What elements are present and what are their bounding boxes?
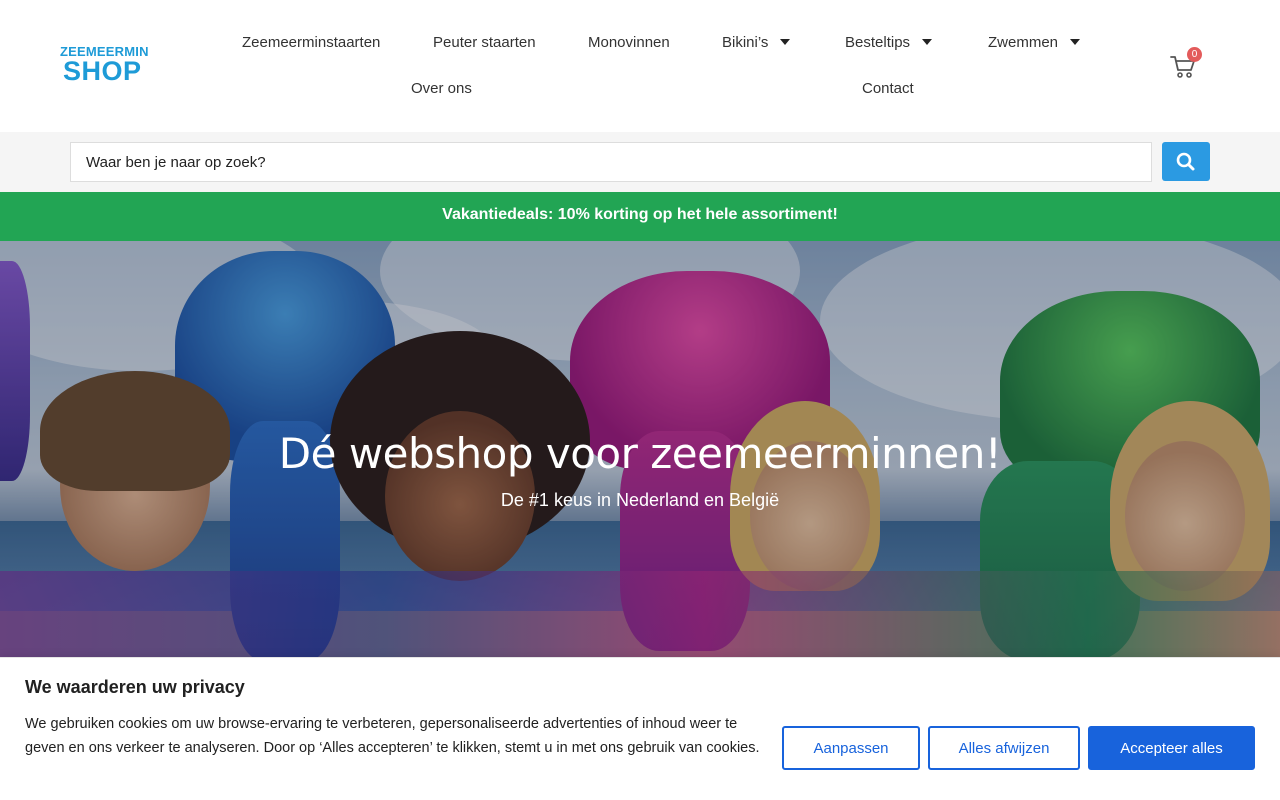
logo-text-bottom: SHOP <box>63 56 142 86</box>
search-bar <box>0 132 1280 192</box>
nav-item-label: Zeemeerminstaarten <box>242 34 381 51</box>
nav-item-over-ons[interactable]: Over ons <box>411 80 472 97</box>
cart-button[interactable]: 0 <box>1170 47 1204 83</box>
nav-item-zwemmen[interactable]: Zwemmen <box>988 34 1081 51</box>
nav-item-peuter-staarten[interactable]: Peuter staarten <box>433 34 536 51</box>
nav-item-label: Monovinnen <box>588 34 670 51</box>
cart-count-badge: 0 <box>1187 47 1202 62</box>
hero-banner: Dé webshop voor zeemeerminnen! De #1 keu… <box>0 241 1280 657</box>
nav-item-label: Bikini’s <box>722 34 769 51</box>
nav-item-label: Over ons <box>411 80 472 97</box>
accept-all-button[interactable]: Accepteer alles <box>1088 726 1255 770</box>
hero-subtitle: De #1 keus in Nederland en België <box>500 490 780 510</box>
nav-item-zeemeerminstaarten[interactable]: Zeemeerminstaarten <box>242 34 380 51</box>
hero-title: Dé webshop voor zeemeerminnen! <box>278 429 1002 478</box>
cookie-title: We waarderen uw privacy <box>25 677 245 697</box>
nav-item-bikinis[interactable]: Bikini’s <box>722 34 791 51</box>
chevron-down-icon <box>780 39 791 46</box>
chevron-down-icon <box>1070 39 1081 46</box>
chevron-down-icon <box>922 39 933 46</box>
search-input[interactable] <box>70 142 1152 182</box>
cookie-text: We gebruiken cookies om uw browse-ervari… <box>25 716 760 756</box>
nav-item-label: Besteltips <box>845 34 911 51</box>
nav-item-contact[interactable]: Contact <box>862 80 914 97</box>
promo-banner: Vakantiedeals: 10% korting op het hele a… <box>0 192 1280 241</box>
site-header: ZEEMEERMIN SHOP Zeemeerminstaarten Peute… <box>0 0 1280 132</box>
search-button[interactable] <box>1162 142 1210 181</box>
site-logo[interactable]: ZEEMEERMIN SHOP <box>58 44 158 90</box>
nav-item-monovinnen[interactable]: Monovinnen <box>588 34 670 51</box>
cookie-banner: We waarderen uw privacy We gebruiken coo… <box>0 657 1280 800</box>
search-icon <box>1176 152 1195 171</box>
nav-item-label: Zwemmen <box>988 34 1059 51</box>
nav-item-besteltips[interactable]: Besteltips <box>845 34 933 51</box>
reject-all-button[interactable]: Alles afwijzen <box>928 726 1080 770</box>
nav-item-label: Contact <box>862 80 914 97</box>
nav-item-label: Peuter staarten <box>433 34 536 51</box>
customize-button[interactable]: Aanpassen <box>782 726 920 770</box>
